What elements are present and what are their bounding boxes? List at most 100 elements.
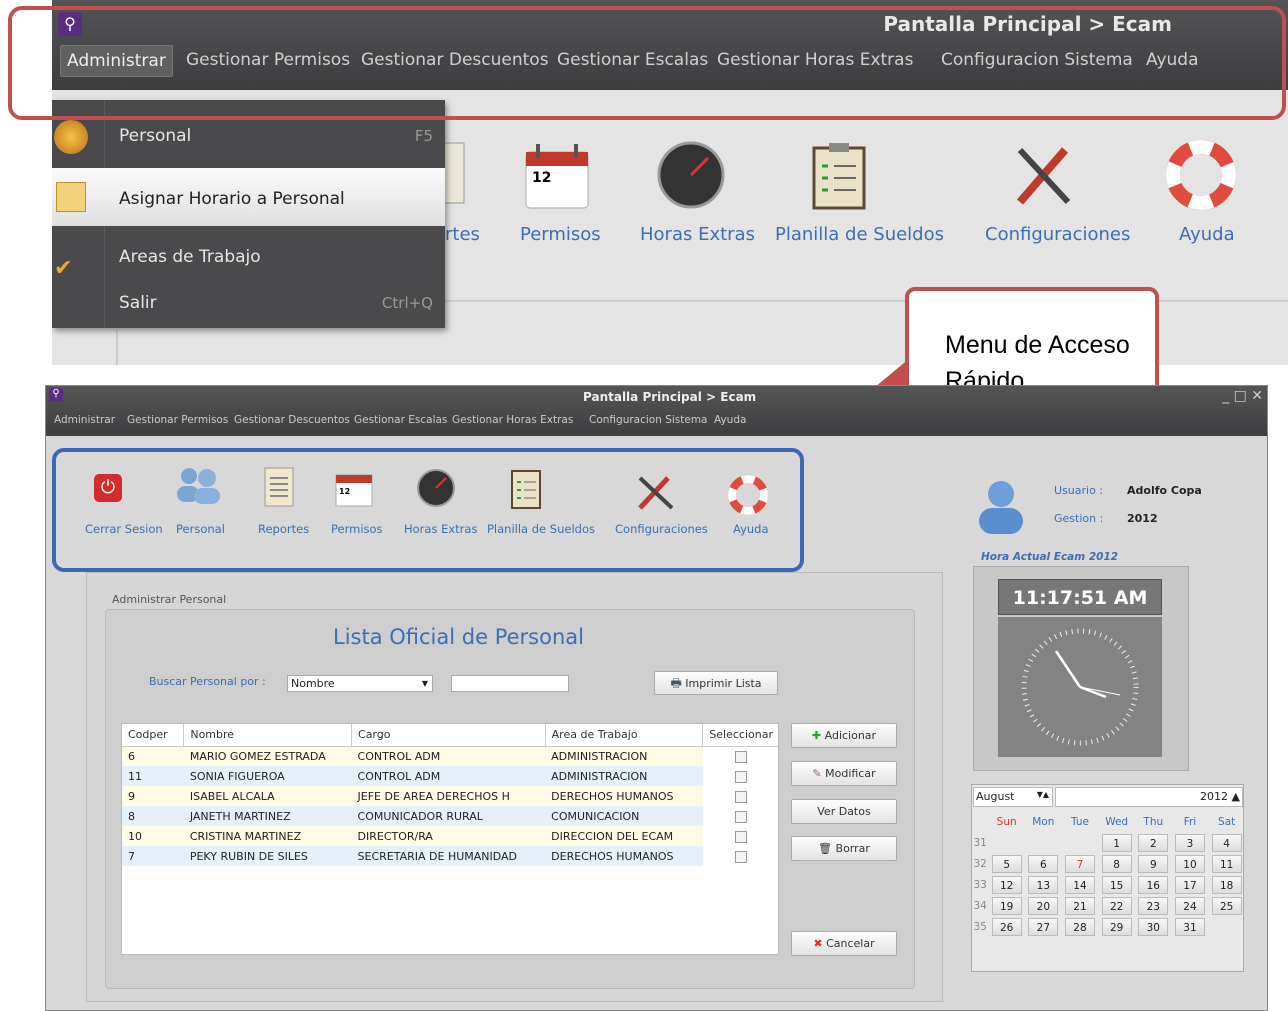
calendar-day[interactable]: 27: [1028, 917, 1059, 936]
select-checkbox[interactable]: [703, 786, 778, 806]
calendar-day[interactable]: 2: [1138, 833, 1169, 852]
app-menu-permisos[interactable]: Gestionar Permisos: [127, 414, 228, 426]
select-checkbox[interactable]: [703, 766, 778, 786]
calendar-week: 33 12 13 14 15 16 17 18: [972, 874, 1245, 895]
calendar-day[interactable]: 28: [1064, 917, 1095, 936]
app-menu-descuentos[interactable]: Gestionar Descuentos: [234, 414, 350, 426]
select-checkbox[interactable]: [703, 746, 778, 766]
table-row[interactable]: 8 JANETH MARTINEZ COMUNICADOR RURAL COMUNIC…: [122, 806, 778, 826]
trash-icon: 🗑: [818, 842, 833, 855]
clipboard-icon: [812, 143, 866, 210]
window-controls-icon[interactable]: _ □ ✕: [1222, 388, 1263, 404]
calendar-day[interactable]: 1: [1101, 833, 1132, 852]
search-input[interactable]: [451, 675, 569, 692]
select-checkbox[interactable]: [703, 806, 778, 826]
user-avatar-icon: [979, 481, 1023, 534]
checkbox[interactable]: [735, 770, 748, 783]
app-title: Pantalla Principal > Ecam: [583, 390, 757, 404]
checkbox[interactable]: [735, 810, 748, 823]
col-cargo[interactable]: Cargo: [351, 724, 546, 747]
table-row[interactable]: 7 PEKY RUBIN DE SILES SECRETARIA DE HUMANI…: [122, 846, 778, 866]
app-menu-ayuda[interactable]: Ayuda: [714, 414, 746, 426]
app-menu-escalas[interactable]: Gestionar Escalas: [354, 414, 447, 426]
add-button[interactable]: ✚ Adicionar: [791, 723, 897, 748]
select-checkbox[interactable]: [703, 826, 778, 846]
calendar-day[interactable]: 17: [1174, 875, 1205, 894]
calendar-day[interactable]: 16: [1138, 875, 1169, 894]
app-menu-administrar[interactable]: Administrar: [54, 414, 115, 426]
user-label: Usuario :: [1054, 484, 1104, 497]
calendar-day[interactable]: 7: [1064, 854, 1095, 873]
checkbox[interactable]: [735, 790, 748, 803]
printer-icon: 🖶: [670, 676, 682, 690]
calendar-day[interactable]: 14: [1064, 875, 1095, 894]
app-menu-horas-extras[interactable]: Gestionar Horas Extras: [452, 414, 573, 426]
checkbox[interactable]: [735, 750, 748, 763]
calendar-day[interactable]: 12: [991, 875, 1022, 894]
table-row[interactable]: 9 ISABEL ALCALA JEFE DE AREA DERECHOS H DER…: [122, 786, 778, 806]
calendar-day[interactable]: 8: [1101, 854, 1132, 873]
table-cell: 7: [122, 846, 184, 866]
print-list-button[interactable]: 🖶 Imprimir Lista: [654, 671, 778, 695]
calendar-day[interactable]: 29: [1101, 917, 1132, 936]
dropdown-item-areas[interactable]: ✔ Areas de Trabajo: [52, 230, 445, 282]
quick-access-highlight-box: [52, 448, 804, 572]
delete-button[interactable]: 🗑 Borrar: [791, 836, 897, 861]
dropdown-item-salir[interactable]: Salir Ctrl+Q: [52, 282, 445, 324]
calendar-day[interactable]: 22: [1101, 896, 1132, 915]
edit-button[interactable]: ✎ Modificar: [791, 761, 897, 786]
checkbox[interactable]: [735, 830, 748, 843]
zoom-label-configuraciones[interactable]: Configuraciones: [985, 224, 1130, 245]
people-icon: [54, 120, 88, 154]
calendar-day[interactable]: 19: [991, 896, 1022, 915]
col-nombre[interactable]: Nombre: [183, 724, 353, 747]
calendar-day[interactable]: 23: [1138, 896, 1169, 915]
calendar-day[interactable]: 5: [991, 854, 1022, 873]
app-titlebar: ⚲ Pantalla Principal > Ecam _ □ ✕ Admini…: [46, 386, 1267, 436]
table-row[interactable]: 10 CRISTINA MARTINEZ DIRECTOR/RA DIRECCION …: [122, 826, 778, 846]
col-codper[interactable]: Codper: [122, 724, 185, 747]
calendar-day[interactable]: 21: [1064, 896, 1095, 915]
calendar-day[interactable]: 3: [1174, 833, 1205, 852]
clock-panel: 11:17:51 AM: [973, 566, 1189, 771]
calendar-year-spinner[interactable]: 2012 ▲: [1055, 787, 1243, 807]
app-menu-configuracion[interactable]: Configuracion Sistema: [589, 414, 708, 426]
calendar-day[interactable]: 11: [1211, 854, 1242, 873]
zoom-label-horas-extras[interactable]: Horas Extras: [640, 224, 755, 245]
table-row[interactable]: 6 MARIO GOMEZ ESTRADA CONTROL ADM ADMINISTR…: [122, 746, 778, 766]
cancel-button[interactable]: ✖ Cancelar: [791, 931, 897, 956]
chevron-down-icon: ▼: [421, 679, 428, 688]
col-area[interactable]: Area de Trabajo: [545, 724, 704, 747]
dropdown-item-asignar-horario[interactable]: Asignar Horario a Personal: [52, 168, 445, 226]
select-checkbox[interactable]: [703, 846, 778, 866]
edit-user-icon: ✎: [812, 767, 822, 780]
calendar-day[interactable]: 4: [1211, 833, 1242, 852]
calendar-day[interactable]: 15: [1101, 875, 1132, 894]
view-data-button[interactable]: Ver Datos: [791, 799, 897, 824]
calendar-day[interactable]: 24: [1174, 896, 1205, 915]
calendar-day[interactable]: 10: [1174, 854, 1205, 873]
checkbox[interactable]: [735, 850, 748, 863]
calendar-day[interactable]: 6: [1028, 854, 1059, 873]
zoom-label-ayuda[interactable]: Ayuda: [1179, 224, 1235, 245]
close-icon: ✖: [813, 937, 823, 950]
calendar-day[interactable]: 18: [1211, 875, 1242, 894]
table-cell: ADMINISTRACION: [545, 766, 703, 786]
calendar-day[interactable]: 25: [1211, 896, 1242, 915]
col-seleccionar[interactable]: Seleccionar: [702, 724, 778, 747]
table-row[interactable]: 11 SONIA FIGUEROA CONTROL ADM ADMINISTRACIO…: [122, 766, 778, 786]
schedule-icon: [56, 182, 86, 212]
calendar-day[interactable]: 13: [1028, 875, 1059, 894]
zoom-label-planilla[interactable]: Planilla de Sueldos: [775, 224, 944, 245]
calendar-day[interactable]: 26: [991, 917, 1022, 936]
menu-highlight-box: [8, 6, 1286, 120]
calendar-day[interactable]: 9: [1138, 854, 1169, 873]
zoom-label-reportes[interactable]: rtes: [445, 224, 480, 245]
zoom-label-permisos[interactable]: Permisos: [520, 224, 601, 245]
table-cell: DERECHOS HUMANOS: [545, 846, 703, 866]
calendar-month-select[interactable]: August ▼▲: [973, 787, 1053, 807]
calendar-day[interactable]: 20: [1028, 896, 1059, 915]
calendar-day[interactable]: 31: [1174, 917, 1205, 936]
calendar-day[interactable]: 30: [1138, 917, 1169, 936]
search-by-select[interactable]: Nombre ▼: [287, 675, 433, 692]
